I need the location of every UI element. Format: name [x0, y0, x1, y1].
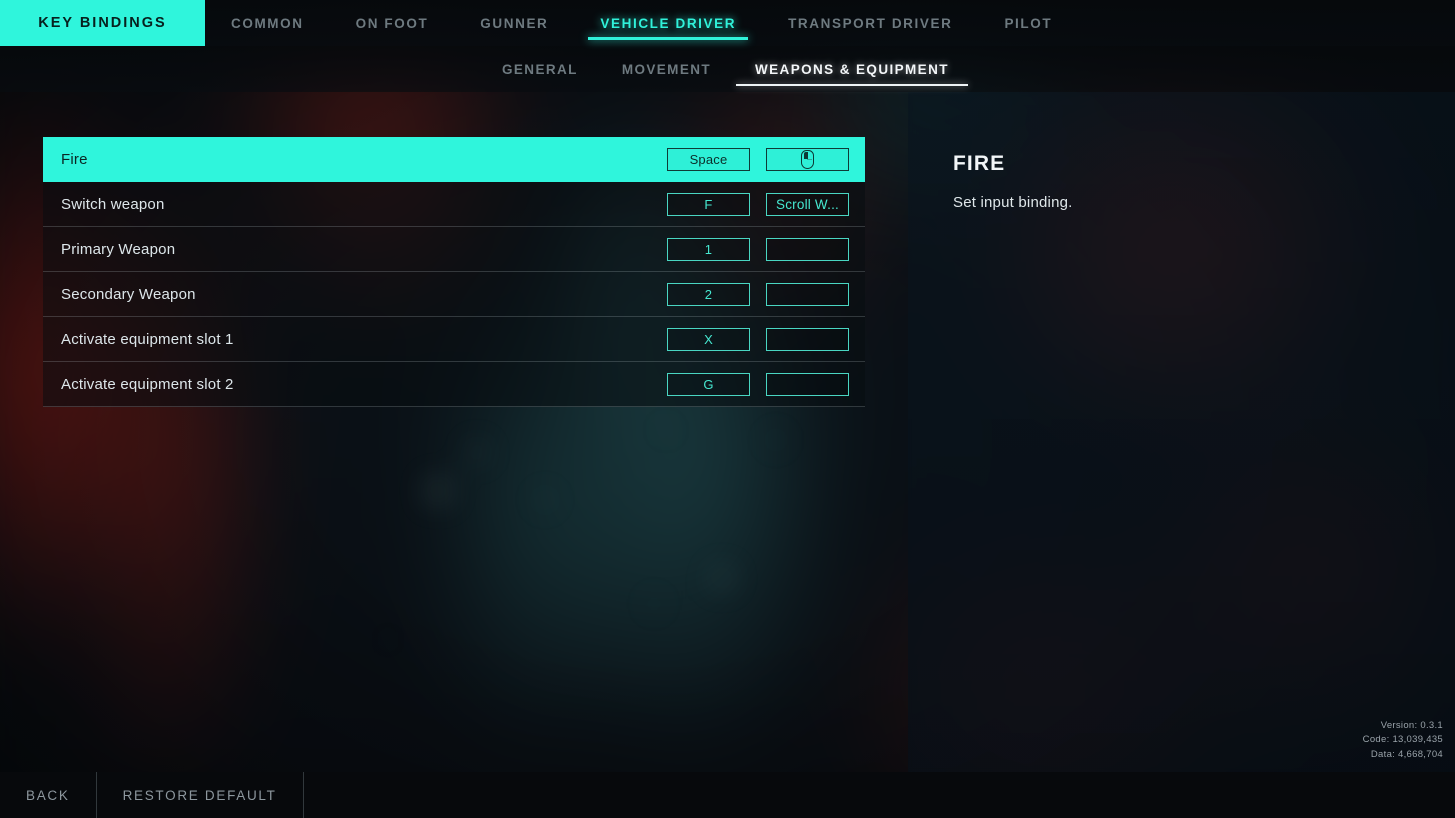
mouse-left-button-icon — [801, 150, 814, 169]
secondary-key-box[interactable] — [766, 372, 849, 396]
sub-nav-bar: GENERAL MOVEMENT WEAPONS & EQUIPMENT — [0, 46, 1455, 92]
sub-tab-movement[interactable]: MOVEMENT — [600, 46, 733, 92]
binding-action-label: Primary Weapon — [61, 240, 176, 258]
primary-key-box[interactable]: X — [667, 327, 750, 351]
top-nav-bar: KEY BINDINGS COMMON ON FOOT GUNNER VEHICLE … — [0, 0, 1455, 46]
key-slot-group: 1 — [667, 237, 865, 261]
nav-tab-vehicle-driver[interactable]: VEHICLE DRIVER — [574, 0, 762, 46]
primary-key-box[interactable]: F — [667, 192, 750, 216]
nav-tab-on-foot[interactable]: ON FOOT — [330, 0, 455, 46]
key-slot-group: F Scroll W... — [667, 192, 865, 216]
primary-key-box[interactable]: G — [667, 372, 750, 396]
secondary-key-box[interactable] — [766, 327, 849, 351]
binding-action-label: Secondary Weapon — [61, 285, 196, 303]
binding-action-label: Switch weapon — [61, 195, 165, 213]
key-bindings-title: KEY BINDINGS — [0, 0, 205, 46]
back-button[interactable]: BACK — [0, 772, 97, 818]
primary-key-box[interactable]: 1 — [667, 237, 750, 261]
sub-nav-tab-list: GENERAL MOVEMENT WEAPONS & EQUIPMENT — [480, 46, 971, 92]
key-slot-group: X — [667, 327, 865, 351]
binding-row[interactable]: Secondary Weapon 2 — [43, 272, 865, 317]
version-line: Version: 0.3.1 — [1380, 719, 1443, 731]
binding-action-label: Fire — [61, 151, 88, 168]
binding-action-label: Activate equipment slot 2 — [61, 375, 234, 393]
detail-panel: FIRE Set input binding. — [908, 92, 1455, 772]
binding-row[interactable]: Fire Space — [43, 137, 865, 182]
secondary-key-box[interactable]: Scroll W... — [766, 192, 849, 216]
code-line: Code: 13,039,435 — [1362, 734, 1443, 745]
secondary-key-box[interactable] — [766, 237, 849, 261]
data-line: Data: 4,668,704 — [1370, 748, 1443, 760]
nav-tab-gunner[interactable]: GUNNER — [454, 0, 574, 46]
nav-tab-list: COMMON ON FOOT GUNNER VEHICLE DRIVER TRANSPO… — [205, 0, 1078, 46]
binding-row[interactable]: Activate equipment slot 1 X — [43, 317, 865, 362]
key-bindings-screen: KEY BINDINGS COMMON ON FOOT GUNNER VEHICLE … — [0, 0, 1455, 818]
nav-tab-transport-driver[interactable]: TRANSPORT DRIVER — [762, 0, 978, 46]
binding-action-label: Activate equipment slot 1 — [61, 330, 234, 348]
binding-row[interactable]: Activate equipment slot 2 G — [43, 362, 865, 407]
key-slot-group: Space — [667, 148, 865, 171]
detail-description: Set input binding. — [953, 194, 1073, 211]
binding-row[interactable]: Primary Weapon 1 — [43, 227, 865, 272]
sub-tab-weapons-equipment[interactable]: WEAPONS & EQUIPMENT — [733, 46, 971, 92]
restore-default-button[interactable]: RESTORE DEFAULT — [97, 772, 304, 818]
secondary-key-box[interactable] — [766, 148, 849, 171]
detail-title: FIRE — [953, 152, 1006, 175]
binding-list: Fire Space Switch weapon F Scroll W... Primar… — [43, 137, 865, 407]
primary-key-box[interactable]: Space — [667, 148, 750, 171]
binding-row[interactable]: Switch weapon F Scroll W... — [43, 182, 865, 227]
bottom-bar-filler — [304, 772, 1455, 818]
key-slot-group: G — [667, 372, 865, 396]
bottom-action-bar: BACK RESTORE DEFAULT — [0, 772, 1455, 818]
primary-key-box[interactable]: 2 — [667, 282, 750, 306]
nav-tab-pilot[interactable]: PILOT — [978, 0, 1078, 46]
key-slot-group: 2 — [667, 282, 865, 306]
secondary-key-box[interactable] — [766, 282, 849, 306]
nav-tab-common[interactable]: COMMON — [205, 0, 330, 46]
version-info: Version: 0.3.1 Code: 13,039,435 Data: 4,… — [1363, 719, 1443, 763]
sub-tab-general[interactable]: GENERAL — [480, 46, 600, 92]
